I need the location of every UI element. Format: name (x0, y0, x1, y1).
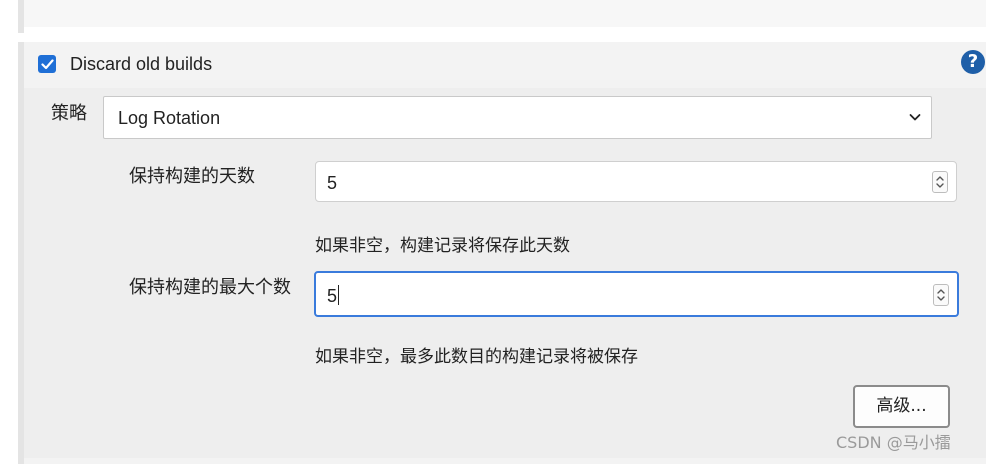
previous-section-panel (24, 0, 986, 27)
question-mark-icon[interactable]: ? (961, 50, 985, 74)
discard-old-builds-checkbox[interactable] (38, 55, 56, 73)
watermark: CSDN @马小擂 (836, 433, 951, 452)
strategy-selected-value: Log Rotation (118, 108, 221, 128)
strategy-select[interactable]: Log Rotation (103, 96, 932, 139)
days-to-keep-input[interactable]: 5 (315, 161, 957, 202)
up-down-arrows-icon (937, 289, 945, 301)
max-builds-hint: 如果非空，最多此数目的构建记录将被保存 (315, 347, 638, 367)
max-builds-input[interactable]: 5 (314, 271, 959, 317)
strategy-label: 策略 (51, 103, 87, 124)
checkmark-icon (40, 58, 54, 69)
days-to-keep-value: 5 (327, 173, 338, 193)
days-to-keep-stepper[interactable] (932, 171, 948, 193)
previous-section (0, 0, 1000, 33)
text-cursor (338, 285, 340, 305)
days-to-keep-label: 保持构建的天数 (129, 166, 255, 187)
discard-old-builds-label[interactable]: Discard old builds (70, 52, 212, 76)
max-builds-stepper[interactable] (933, 284, 949, 306)
up-down-arrows-icon (936, 176, 944, 188)
max-builds-label: 保持构建的最大个数 (129, 277, 291, 298)
days-to-keep-hint: 如果非空，构建记录将保存此天数 (315, 236, 570, 256)
advanced-button[interactable]: 高级... (853, 385, 950, 428)
max-builds-value: 5 (327, 285, 340, 306)
chevron-down-icon (909, 114, 921, 121)
